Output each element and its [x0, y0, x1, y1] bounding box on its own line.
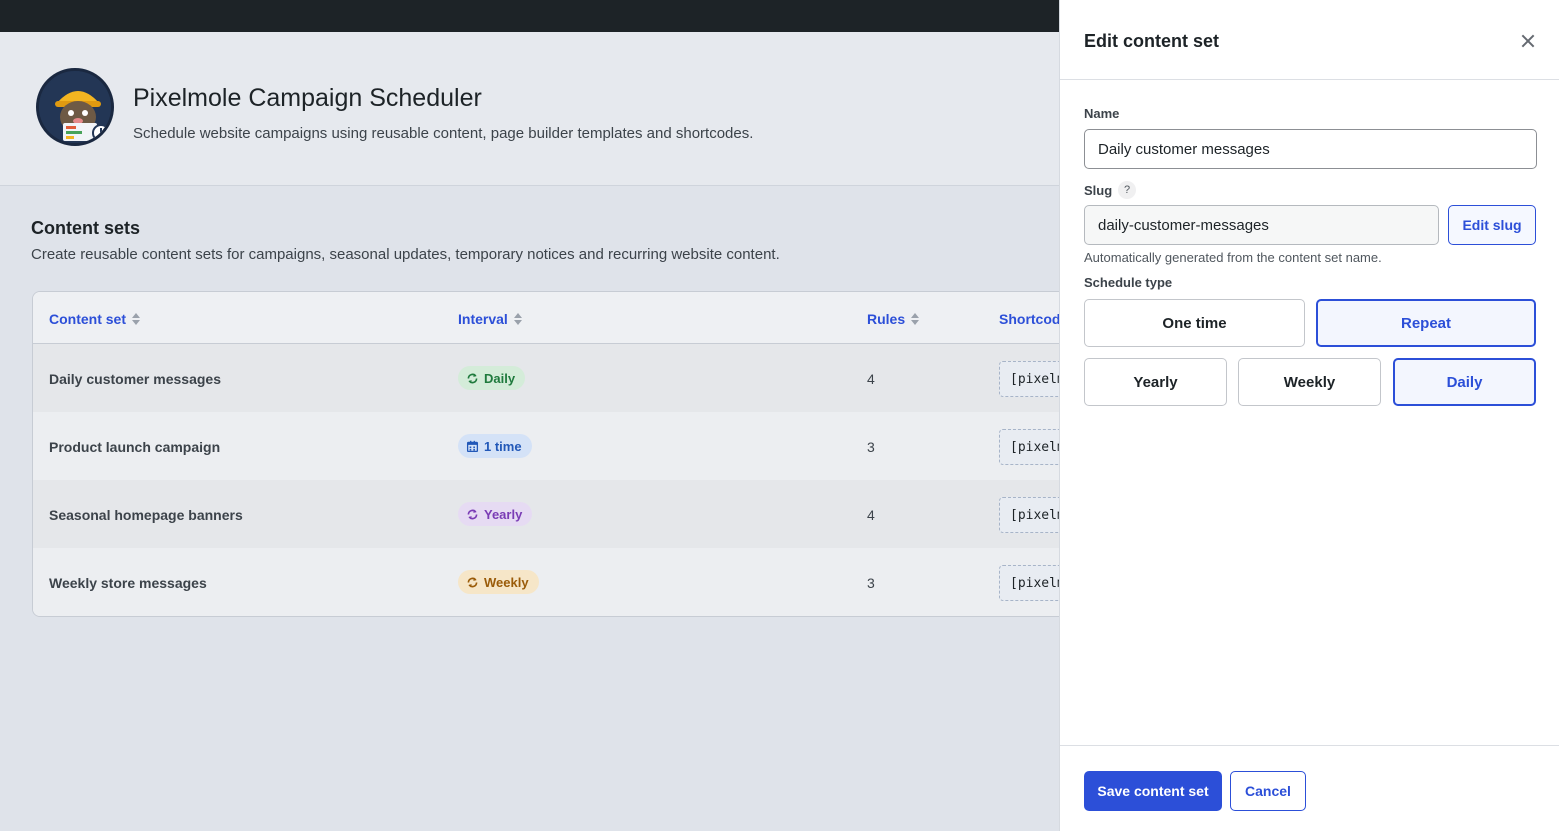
column-header-interval[interactable]: Interval — [458, 311, 522, 327]
repeat-icon — [467, 509, 478, 519]
slug-label: Slug — [1084, 183, 1113, 198]
interval-label: Weekly — [484, 574, 529, 590]
section-title: Content sets — [31, 218, 141, 238]
column-header-content-set[interactable]: Content set — [49, 311, 140, 327]
repeat-icon — [467, 577, 478, 587]
interval-badge: Daily — [458, 366, 526, 390]
sort-icon — [513, 313, 522, 325]
schedule-type-repeat[interactable]: Repeat — [1316, 299, 1536, 347]
panel-footer: Save content set Cancel — [1060, 745, 1559, 831]
column-label: Content set — [49, 311, 126, 327]
column-header-rules[interactable]: Rules — [867, 311, 920, 327]
name-label: Name — [1084, 106, 1120, 121]
interval-badge: 1 time — [458, 434, 532, 458]
table-row[interactable]: Product launch campaign 1 time 3 [pixelm — [33, 412, 1131, 480]
sort-icon — [911, 313, 920, 325]
cancel-button[interactable]: Cancel — [1230, 771, 1306, 811]
content-set-name[interactable]: Product launch campaign — [49, 439, 220, 455]
name-input[interactable]: Daily customer messages — [1084, 129, 1537, 169]
interval-badge: Weekly — [458, 570, 539, 594]
column-label: Interval — [458, 311, 508, 327]
content-set-name[interactable]: Daily customer messages — [49, 371, 221, 387]
schedule-type-label: Schedule type — [1084, 275, 1173, 290]
section-description: Create reusable content sets for campaig… — [31, 246, 780, 263]
calendar-icon — [466, 440, 479, 452]
app-title: Pixelmole Campaign Scheduler — [133, 84, 482, 112]
content-sets-table: Content set Interval Rules Shortcod Dail… — [32, 291, 1132, 617]
panel-header: Edit content set — [1060, 0, 1559, 80]
help-icon[interactable]: ? — [1118, 181, 1136, 199]
rules-count: 3 — [867, 575, 875, 591]
interval-yearly[interactable]: Yearly — [1084, 358, 1227, 406]
rules-count: 3 — [867, 439, 875, 455]
edit-content-set-panel: Edit content set Name Daily customer mes… — [1059, 0, 1559, 831]
table-row[interactable]: Daily customer messages Daily 4 [pixelm — [33, 344, 1131, 412]
interval-badge: Yearly — [458, 502, 533, 526]
table-row[interactable]: Seasonal homepage banners Yearly 4 [pixe… — [33, 480, 1131, 548]
content-set-name[interactable]: Weekly store messages — [49, 575, 207, 591]
column-label: Shortcod — [999, 311, 1061, 327]
interval-label: Yearly — [484, 506, 523, 522]
slug-input[interactable]: daily-customer-messages — [1084, 205, 1439, 245]
interval-label: 1 time — [484, 438, 522, 454]
repeat-icon — [467, 373, 478, 383]
interval-daily[interactable]: Daily — [1393, 358, 1536, 406]
panel-title: Edit content set — [1084, 31, 1220, 51]
close-icon[interactable] — [1518, 31, 1538, 51]
slug-hint: Automatically generated from the content… — [1084, 250, 1382, 265]
sort-icon — [132, 313, 140, 325]
schedule-type-one-time[interactable]: One time — [1084, 299, 1305, 347]
column-header-shortcode[interactable]: Shortcod — [999, 311, 1060, 327]
rules-count: 4 — [867, 507, 875, 523]
mole-mascot-logo-icon — [36, 68, 114, 146]
content-set-name[interactable]: Seasonal homepage banners — [49, 507, 243, 523]
table-header: Content set Interval Rules Shortcod — [33, 292, 1131, 344]
table-row[interactable]: Weekly store messages Weekly 3 [pixelm — [33, 548, 1131, 616]
interval-weekly[interactable]: Weekly — [1238, 358, 1381, 406]
save-content-set-button[interactable]: Save content set — [1084, 771, 1222, 811]
app-subtitle: Schedule website campaigns using reusabl… — [133, 125, 754, 142]
interval-label: Daily — [484, 370, 516, 386]
edit-slug-button[interactable]: Edit slug — [1448, 205, 1536, 245]
column-label: Rules — [867, 311, 906, 327]
rules-count: 4 — [867, 371, 875, 387]
